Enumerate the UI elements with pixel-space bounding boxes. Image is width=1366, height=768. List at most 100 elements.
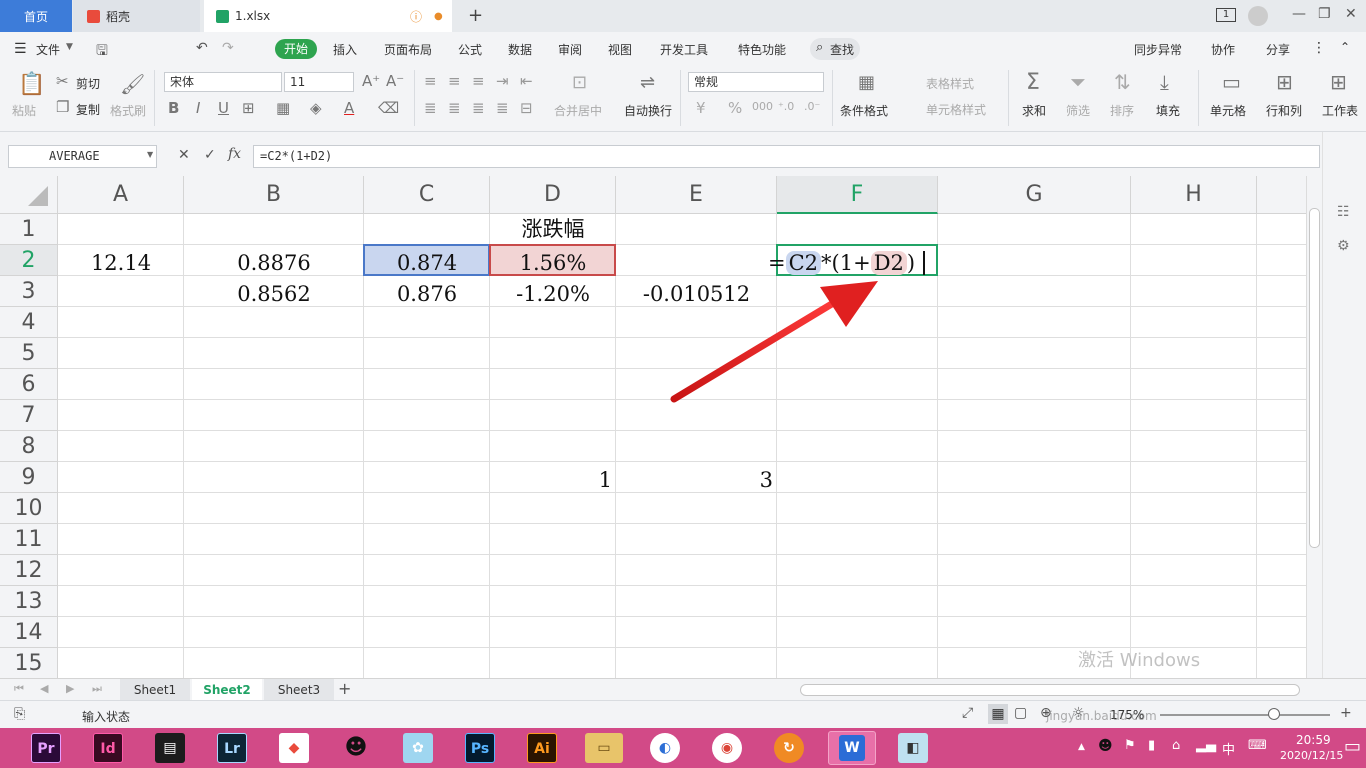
menu-special[interactable]: 特色功能 bbox=[738, 41, 786, 58]
column-header-b[interactable]: B bbox=[184, 176, 364, 214]
select-all-corner[interactable] bbox=[0, 176, 58, 214]
cell-a2[interactable]: 12.14 bbox=[58, 248, 184, 279]
font-size-select[interactable]: 11 bbox=[284, 72, 354, 92]
row-header[interactable]: 4 bbox=[0, 307, 58, 338]
column-header-e[interactable]: E bbox=[616, 176, 777, 214]
row-header[interactable]: 8 bbox=[0, 431, 58, 462]
tray-network-icon[interactable]: ⌂ bbox=[1172, 738, 1180, 753]
column-header-d[interactable]: D bbox=[490, 176, 616, 214]
font-name-select[interactable]: 宋体 bbox=[164, 72, 282, 92]
file-explorer-icon[interactable]: ▭ bbox=[585, 733, 623, 763]
column-header-g[interactable]: G bbox=[938, 176, 1131, 214]
decrease-decimal-icon[interactable]: .0⁻ bbox=[804, 100, 820, 113]
row-header[interactable]: 11 bbox=[0, 524, 58, 555]
warning-icon[interactable]: ⓘ bbox=[410, 8, 422, 25]
menu-start[interactable]: 开始 bbox=[275, 39, 317, 59]
indesign-app[interactable]: Id bbox=[93, 733, 123, 763]
eraser-icon[interactable]: ⌫ bbox=[378, 99, 399, 117]
tray-battery-icon[interactable]: ▮ bbox=[1148, 738, 1155, 753]
row-header[interactable]: 3 bbox=[0, 276, 58, 307]
macro-icon[interactable]: ⎘ bbox=[14, 706, 25, 722]
paste-icon[interactable]: 📋 bbox=[18, 72, 45, 97]
wps-active-app[interactable]: W bbox=[828, 731, 876, 765]
menu-dev-tools[interactable]: 开发工具 bbox=[660, 41, 708, 58]
media-app-icon[interactable]: ◆ bbox=[279, 733, 309, 763]
increase-font-icon[interactable]: A⁺ bbox=[362, 72, 380, 90]
lightroom-app[interactable]: Lr bbox=[217, 733, 247, 763]
premiere-app[interactable]: Pr bbox=[31, 733, 61, 763]
window-count-badge[interactable]: 1 bbox=[1216, 8, 1236, 22]
bold-icon[interactable]: B bbox=[168, 99, 179, 117]
confirm-icon[interactable]: ✓ bbox=[204, 147, 216, 163]
hamburger-icon[interactable]: ☰ bbox=[14, 41, 27, 57]
row-header[interactable]: 9 bbox=[0, 462, 58, 493]
align-right-icon[interactable]: ≣ bbox=[472, 99, 485, 117]
percent-icon[interactable]: % bbox=[728, 99, 742, 117]
input-language[interactable]: 中 bbox=[1222, 739, 1235, 758]
filter-button[interactable]: 筛选 bbox=[1066, 102, 1090, 119]
menu-data[interactable]: 数据 bbox=[508, 41, 532, 58]
table-style-button[interactable]: 表格样式 bbox=[926, 75, 974, 92]
menu-formula[interactable]: 公式 bbox=[458, 41, 482, 58]
align-top-icon[interactable]: ≡ bbox=[424, 72, 437, 90]
paste-button[interactable]: 粘贴 bbox=[12, 102, 36, 119]
underline-icon[interactable]: U bbox=[218, 99, 229, 117]
settings-icon[interactable]: ☷ bbox=[1337, 204, 1350, 220]
merge-center-button[interactable]: 合并居中 bbox=[554, 102, 602, 119]
name-box[interactable]: AVERAGE bbox=[8, 145, 157, 168]
undo-icon[interactable]: ↶ bbox=[196, 40, 208, 56]
normal-view-icon[interactable]: ▦ bbox=[988, 704, 1008, 724]
tab-home[interactable]: 首页 bbox=[0, 0, 72, 32]
chat-app-icon[interactable]: ✿ bbox=[403, 733, 433, 763]
close-button[interactable]: ✕ bbox=[1345, 6, 1357, 22]
cell-d3[interactable]: -1.20% bbox=[490, 279, 616, 310]
add-sheet-icon[interactable]: + bbox=[338, 679, 351, 698]
clear-format-icon[interactable]: ▦ bbox=[276, 99, 290, 117]
column-header-a[interactable]: A bbox=[58, 176, 184, 214]
row-header[interactable]: 2 bbox=[0, 245, 58, 276]
horizontal-scroll-thumb[interactable] bbox=[800, 684, 1300, 696]
sheet-tab-sheet1[interactable]: Sheet1 bbox=[120, 679, 190, 701]
decrease-font-icon[interactable]: A⁻ bbox=[386, 72, 404, 90]
sheet-tab-sheet2[interactable]: Sheet2 bbox=[192, 679, 262, 701]
qq-icon[interactable]: ☻ bbox=[341, 733, 371, 763]
align-left-icon[interactable]: ≣ bbox=[424, 99, 437, 117]
sync-status[interactable]: 同步异常 bbox=[1134, 41, 1182, 58]
cell-d1[interactable]: 涨跌幅 bbox=[490, 214, 616, 245]
thousands-icon[interactable]: 000 bbox=[752, 100, 773, 113]
currency-icon[interactable]: ¥ bbox=[696, 99, 706, 117]
photoshop-app[interactable]: Ps bbox=[465, 733, 495, 763]
tab-daoke[interactable]: 稻壳 bbox=[73, 0, 200, 32]
cell-style-button[interactable]: 单元格样式 bbox=[926, 101, 986, 118]
tray-signal-icon[interactable]: ▂▄ bbox=[1196, 738, 1216, 753]
cell-e9[interactable]: 3 bbox=[616, 465, 777, 496]
zoom-in-icon[interactable]: + bbox=[1340, 705, 1352, 721]
tray-expand-icon[interactable]: ▲ bbox=[1078, 742, 1085, 752]
clock-time[interactable]: 20:59 bbox=[1296, 733, 1331, 747]
next-sheet-icon[interactable]: ▶ bbox=[66, 682, 74, 695]
copy-button[interactable]: 复制 bbox=[76, 101, 100, 118]
fullscreen-icon[interactable]: ⤢ bbox=[962, 705, 973, 721]
row-header[interactable]: 15 bbox=[0, 648, 58, 678]
column-header-i[interactable] bbox=[1257, 176, 1306, 214]
fx-icon[interactable]: fx bbox=[228, 146, 241, 162]
rows-cols-button[interactable]: 行和列 bbox=[1266, 102, 1302, 119]
cut-button[interactable]: 剪切 bbox=[76, 75, 100, 92]
fill-button[interactable]: 填充 bbox=[1156, 102, 1180, 119]
cell-c2[interactable]: 0.874 bbox=[364, 248, 490, 279]
avatar[interactable] bbox=[1248, 6, 1268, 26]
worksheet-button[interactable]: 工作表 bbox=[1322, 102, 1362, 119]
chevron-down-icon[interactable]: ▼ bbox=[147, 150, 153, 159]
prev-sheet-icon[interactable]: ◀ bbox=[40, 682, 48, 695]
collapse-ribbon-icon[interactable]: ⌃ bbox=[1340, 40, 1350, 54]
indent-icon[interactable]: ⇥ bbox=[496, 72, 509, 90]
clock-date[interactable]: 2020/12/15 bbox=[1280, 749, 1343, 762]
vertical-scroll-thumb[interactable] bbox=[1309, 208, 1320, 548]
column-header-h[interactable]: H bbox=[1131, 176, 1257, 214]
cancel-icon[interactable]: ✕ bbox=[178, 147, 190, 163]
notes-app-icon[interactable]: ◧ bbox=[898, 733, 928, 763]
italic-icon[interactable]: I bbox=[196, 99, 200, 117]
align-bottom-icon[interactable]: ≡ bbox=[472, 72, 485, 90]
format-painter-button[interactable]: 格式刷 bbox=[110, 102, 146, 119]
column-header-c[interactable]: C bbox=[364, 176, 490, 214]
